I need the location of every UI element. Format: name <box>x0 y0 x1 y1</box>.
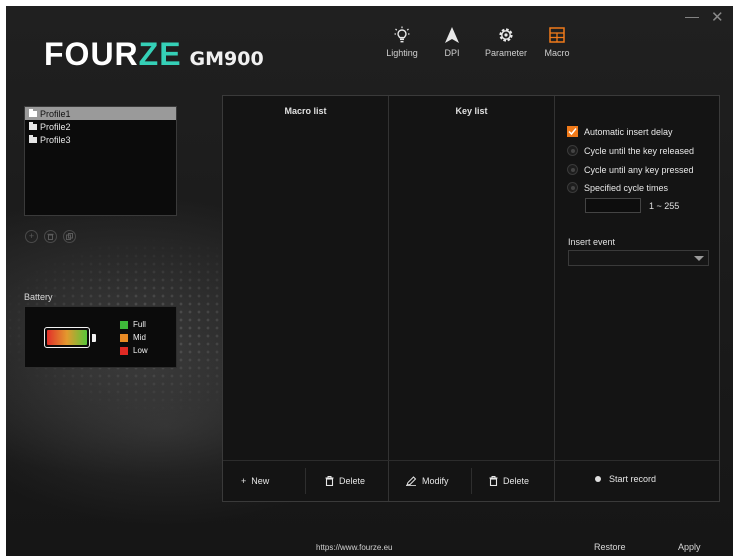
nav-parameter-label: Parameter <box>484 48 528 58</box>
profile-item-2[interactable]: Profile2 <box>25 120 176 133</box>
start-record-label: Start record <box>609 474 657 484</box>
profile-item-1[interactable]: Profile1 <box>25 107 176 120</box>
macro-list[interactable]: Macro list <box>223 96 388 501</box>
delete-profile-icon[interactable] <box>44 230 57 243</box>
legend-mid: Mid <box>120 331 148 344</box>
cycle-times-input[interactable] <box>585 198 641 213</box>
minimize-button[interactable]: — <box>685 8 699 24</box>
action-bar-divider <box>223 460 719 461</box>
start-record-button[interactable]: Start record <box>595 474 656 484</box>
app-window: — ✕ FOURZE GM900 Lighting DPI Parameter … <box>6 6 733 556</box>
macro-panel: Macro list Key list Automatic insert del… <box>222 95 720 502</box>
delete-key-button[interactable]: Delete <box>489 476 529 486</box>
nav-macro-label: Macro <box>544 48 570 58</box>
new-macro-label: New <box>251 476 270 486</box>
delete-key-label: Delete <box>503 476 530 486</box>
cycle-any-option[interactable]: Cycle until any key pressed <box>567 164 694 175</box>
profile-item-label: Profile2 <box>40 121 71 132</box>
arrow-cursor-icon <box>444 24 460 46</box>
folder-icon <box>29 108 37 117</box>
profile-list: Profile1 Profile2 Profile3 <box>24 106 177 216</box>
new-macro-button[interactable]: + New <box>241 476 269 486</box>
insert-event-select[interactable] <box>568 250 709 266</box>
plus-icon: + <box>241 476 247 486</box>
profile-item-label: Profile1 <box>40 108 71 119</box>
legend-low: Low <box>120 344 148 357</box>
gear-icon <box>497 24 515 46</box>
folder-icon <box>29 121 37 130</box>
auto-delay-label: Automatic insert delay <box>584 126 673 137</box>
modify-key-button[interactable]: Modify <box>406 476 449 486</box>
battery-legend: Full Mid Low <box>120 318 148 357</box>
nav-macro[interactable]: Macro <box>527 24 587 58</box>
battery-icon <box>44 327 90 348</box>
cycle-times-option[interactable]: Specified cycle times <box>567 182 668 193</box>
legend-full: Full <box>120 318 148 331</box>
lightbulb-icon <box>394 24 410 46</box>
divider <box>305 468 306 494</box>
model-name: GM900 <box>189 48 264 70</box>
folder-icon <box>29 134 37 143</box>
cycle-range: 1 ~ 255 <box>649 201 680 211</box>
profile-item-label: Profile3 <box>40 134 71 145</box>
delete-macro-button[interactable]: Delete <box>325 476 365 486</box>
chevron-down-icon <box>694 256 704 261</box>
cycle-release-label: Cycle until the key released <box>584 145 695 156</box>
cycle-any-label: Cycle until any key pressed <box>584 164 694 175</box>
grid-icon <box>549 24 565 46</box>
macro-options: Automatic insert delay Cycle until the k… <box>554 96 720 501</box>
record-dot-icon <box>595 476 601 482</box>
nav-dpi[interactable]: DPI <box>422 24 482 58</box>
copy-profile-icon[interactable] <box>63 230 76 243</box>
modify-key-label: Modify <box>422 476 449 486</box>
apply-button[interactable]: Apply <box>678 542 701 552</box>
cycle-release-option[interactable]: Cycle until the key released <box>567 145 694 156</box>
restore-button[interactable]: Restore <box>594 542 626 552</box>
trash-icon <box>489 476 498 486</box>
profile-item-3[interactable]: Profile3 <box>25 133 176 146</box>
auto-delay-option[interactable]: Automatic insert delay <box>567 126 673 137</box>
auto-delay-checkbox[interactable] <box>567 126 578 137</box>
cycle-release-radio[interactable] <box>567 145 578 156</box>
battery-tip <box>92 334 96 342</box>
delete-macro-label: Delete <box>339 476 366 486</box>
battery-title: Battery <box>24 292 53 302</box>
insert-event-label: Insert event <box>568 237 616 247</box>
cycle-times-radio[interactable] <box>567 182 578 193</box>
battery-panel: Full Mid Low <box>24 306 177 368</box>
profile-actions: + <box>25 230 76 243</box>
key-list-header: Key list <box>455 106 488 116</box>
macro-list-header: Macro list <box>284 106 327 116</box>
divider <box>471 468 472 494</box>
add-profile-icon[interactable]: + <box>25 230 38 243</box>
trash-icon <box>325 476 334 486</box>
close-button[interactable]: ✕ <box>711 8 724 26</box>
nav-dpi-label: DPI <box>444 48 460 58</box>
website-link[interactable]: https://www.fourze.eu <box>316 543 392 552</box>
cycle-times-label: Specified cycle times <box>584 182 669 193</box>
brand-logo: FOURZE <box>44 36 182 72</box>
cycle-any-radio[interactable] <box>567 164 578 175</box>
pencil-icon <box>406 476 417 486</box>
nav-lighting-label: Lighting <box>386 48 418 58</box>
key-list[interactable]: Key list <box>388 96 554 501</box>
logo: FOURZE GM900 <box>44 36 264 72</box>
